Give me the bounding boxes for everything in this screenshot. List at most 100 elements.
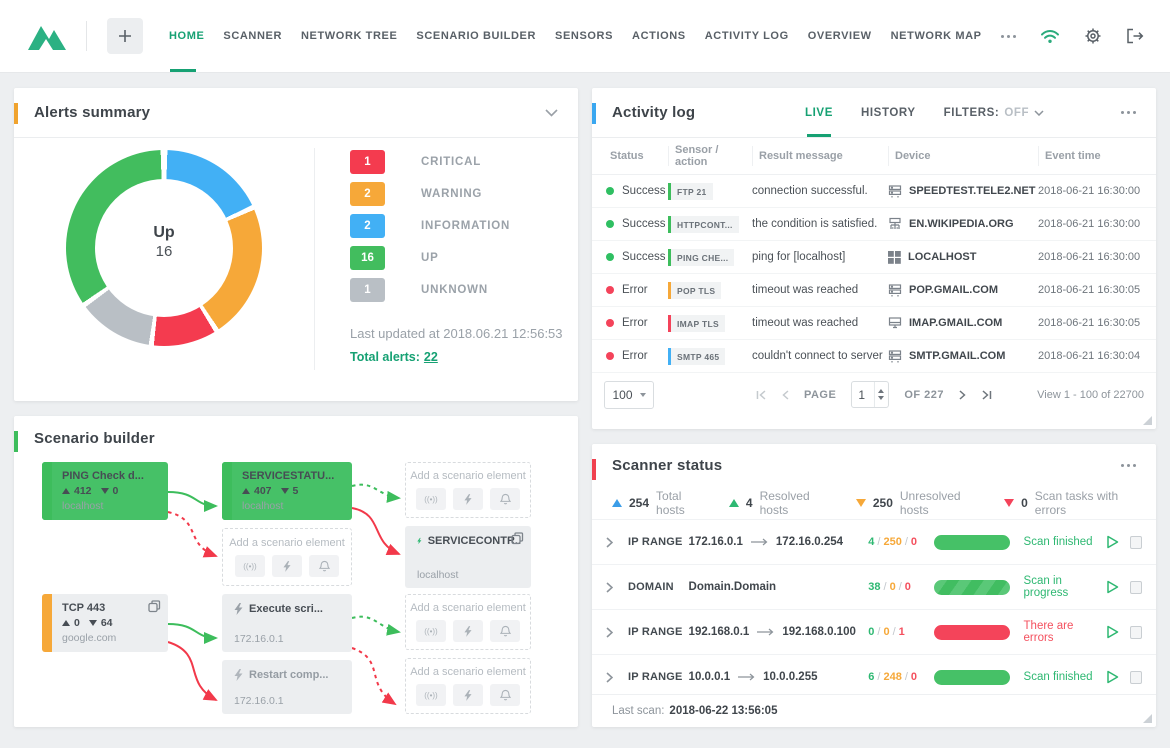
status-dot-icon [606, 220, 614, 228]
checkbox[interactable] [1130, 671, 1142, 684]
wifi-icon[interactable] [1040, 28, 1060, 44]
add-scenario-element[interactable]: Add a scenario element ((•)) [222, 528, 352, 586]
legend-item[interactable]: 2 INFORMATION [350, 210, 563, 242]
scenario-node-servicestatus[interactable]: SERVICESTATU... 4075 localhost [222, 462, 352, 520]
resize-handle[interactable] [1143, 714, 1152, 723]
sensor-icon[interactable]: ((•)) [416, 488, 446, 510]
column-header: Status [604, 150, 668, 162]
sensor-icon[interactable]: ((•)) [235, 555, 265, 577]
legend-item[interactable]: 1 CRITICAL [350, 146, 563, 178]
nav-item-activity-log[interactable]: ACTIVITY LOG [705, 0, 789, 72]
scenario-node-execute-script[interactable]: Execute scri... 172.16.0.1 [222, 594, 352, 652]
legend-count-badge: 2 [350, 182, 385, 206]
add-scenario-element[interactable]: Add a scenario element ((•)) [405, 658, 531, 714]
add-button[interactable] [107, 18, 143, 54]
checkbox[interactable] [1130, 536, 1142, 549]
nav-item-sensors[interactable]: SENSORS [555, 0, 613, 72]
notification-bell-icon[interactable] [490, 488, 520, 510]
scan-task-row[interactable]: IP RANGE 10.0.0.110.0.0.255 62480 Scan f… [592, 654, 1156, 699]
scenario-node-servicecontrol[interactable]: SERVICECONTR.. localhost [405, 526, 531, 588]
nav-item-overview[interactable]: OVERVIEW [808, 0, 872, 72]
table-row[interactable]: Error SMTP 465 couldn't connect to serve… [592, 340, 1156, 373]
nav-item-scanner[interactable]: SCANNER [223, 0, 282, 72]
play-button[interactable] [1106, 625, 1130, 639]
sensor-badge[interactable]: FTP 21 [668, 183, 713, 200]
table-row[interactable]: Success FTP 21 connection successful. SP… [592, 175, 1156, 208]
collapse-chevron-icon[interactable] [545, 109, 558, 117]
notification-bell-icon[interactable] [490, 684, 520, 706]
checkbox[interactable] [1130, 581, 1142, 594]
action-lightning-icon[interactable] [453, 684, 483, 706]
app-logo[interactable] [26, 20, 68, 52]
table-row[interactable]: Error POP TLS timeout was reached POP.GM… [592, 274, 1156, 307]
add-scenario-element[interactable]: Add a scenario element ((•)) [405, 594, 531, 650]
tab-live[interactable]: LIVE [805, 88, 833, 137]
gear-icon[interactable] [1084, 27, 1102, 45]
device-link[interactable]: EN.WIKIPEDIA.ORG [888, 217, 1038, 231]
add-scenario-element[interactable]: Add a scenario element ((•)) [405, 462, 531, 518]
sensor-icon[interactable]: ((•)) [416, 684, 446, 706]
last-page-button[interactable] [981, 390, 992, 400]
more-menu-icon[interactable] [1001, 31, 1016, 42]
up-triangle-icon [62, 620, 70, 626]
device-link[interactable]: POP.GMAIL.COM [888, 283, 1038, 297]
device-link[interactable]: SMTP.GMAIL.COM [888, 349, 1038, 363]
scan-task-row[interactable]: IP RANGE 172.16.0.1172.16.0.254 42500 Sc… [592, 519, 1156, 564]
clone-icon[interactable] [148, 600, 161, 613]
sensor-badge[interactable]: PING CHE... [668, 249, 734, 266]
logout-icon[interactable] [1126, 28, 1144, 44]
first-page-button[interactable] [756, 390, 767, 400]
sensor-badge[interactable]: POP TLS [668, 282, 721, 299]
resize-handle[interactable] [1143, 416, 1152, 425]
chevron-right-icon[interactable] [606, 582, 628, 593]
node-host: localhost [417, 569, 521, 581]
table-row[interactable]: Success PING CHE... ping for [localhost]… [592, 241, 1156, 274]
legend-item[interactable]: 16 UP [350, 242, 563, 274]
table-row[interactable]: Error IMAP TLS timeout was reached IMAP.… [592, 307, 1156, 340]
chevron-right-icon[interactable] [606, 627, 628, 638]
sensor-icon[interactable]: ((•)) [416, 620, 446, 642]
legend-item[interactable]: 2 WARNING [350, 178, 563, 210]
page-size-select[interactable]: 100 [604, 381, 654, 409]
next-page-button[interactable] [959, 390, 966, 400]
scanner-stats: 254Total hosts 4Resolved hosts 250Unreso… [592, 486, 1156, 519]
notification-bell-icon[interactable] [309, 555, 339, 577]
legend-item[interactable]: 1 UNKNOWN [350, 274, 563, 306]
scan-task-row[interactable]: IP RANGE 192.168.0.1192.168.0.100 001 Th… [592, 609, 1156, 654]
chevron-right-icon[interactable] [606, 537, 628, 548]
prev-page-button[interactable] [782, 390, 789, 400]
play-button[interactable] [1106, 670, 1130, 684]
nav-item-scenario-builder[interactable]: SCENARIO BUILDER [416, 0, 536, 72]
nav-item-network-tree[interactable]: NETWORK TREE [301, 0, 397, 72]
action-lightning-icon[interactable] [272, 555, 302, 577]
panel-menu-icon[interactable] [1121, 460, 1136, 471]
clone-icon[interactable] [511, 532, 524, 545]
scan-task-row[interactable]: DOMAIN Domain.Domain 3800 Scan in progre… [592, 564, 1156, 609]
scenario-node-ping[interactable]: PING Check d... 4120 localhost [42, 462, 168, 520]
spinner[interactable] [874, 382, 887, 407]
checkbox[interactable] [1130, 626, 1142, 639]
device-link[interactable]: LOCALHOST [888, 251, 1038, 264]
sensor-badge[interactable]: SMTP 465 [668, 348, 725, 365]
device-link[interactable]: IMAP.GMAIL.COM [888, 316, 1038, 330]
sensor-badge[interactable]: IMAP TLS [668, 315, 725, 332]
table-row[interactable]: Success HTTPCONT... the condition is sat… [592, 208, 1156, 241]
notification-bell-icon[interactable] [490, 620, 520, 642]
page-number-input[interactable] [852, 388, 874, 402]
tab-history[interactable]: HISTORY [861, 88, 916, 137]
action-lightning-icon[interactable] [453, 488, 483, 510]
nav-item-home[interactable]: HOME [169, 0, 204, 72]
play-button[interactable] [1106, 580, 1130, 594]
action-lightning-icon[interactable] [453, 620, 483, 642]
panel-accent [592, 459, 596, 480]
panel-menu-icon[interactable] [1121, 107, 1136, 118]
play-button[interactable] [1106, 535, 1130, 549]
nav-item-actions[interactable]: ACTIONS [632, 0, 686, 72]
sensor-badge[interactable]: HTTPCONT... [668, 216, 739, 233]
filters-toggle[interactable]: FILTERS: OFF [944, 107, 1045, 119]
device-link[interactable]: SPEEDTEST.TELE2.NET [888, 184, 1038, 198]
nav-item-network-map[interactable]: NETWORK MAP [891, 0, 982, 72]
scenario-node-tcp[interactable]: TCP 443 064 google.com [42, 594, 168, 652]
scenario-node-restart-computer[interactable]: Restart comp... 172.16.0.1 [222, 660, 352, 714]
chevron-right-icon[interactable] [606, 672, 628, 683]
